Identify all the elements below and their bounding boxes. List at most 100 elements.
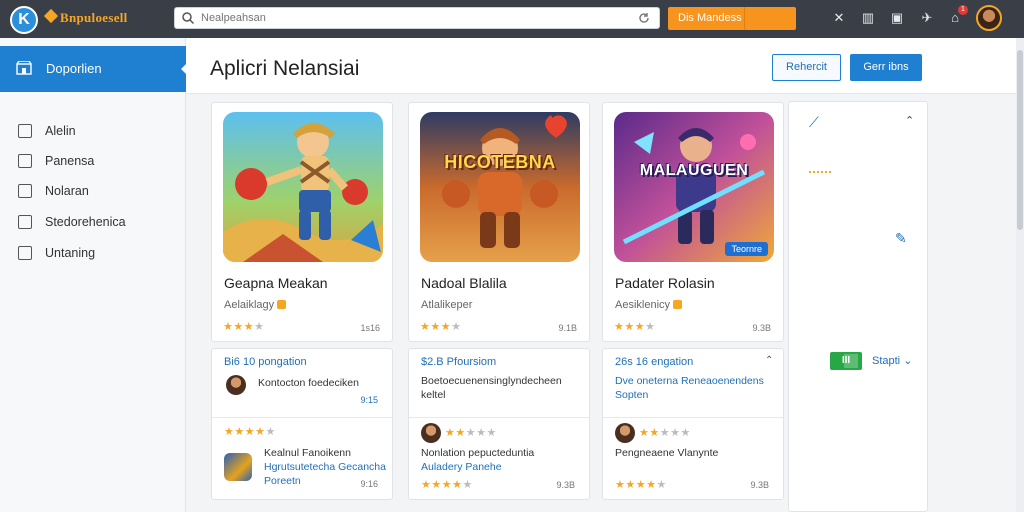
divider xyxy=(212,417,392,418)
calendar-icon[interactable]: ▣ xyxy=(889,10,905,26)
review-meta: 9:16 xyxy=(360,479,378,489)
sidebar-item-label: Doporlien xyxy=(46,61,102,76)
star-rating: ★★★★ xyxy=(420,321,462,333)
refresh-button[interactable]: Rehercit xyxy=(772,54,841,81)
app-logo[interactable]: K xyxy=(10,6,38,34)
game-title: Padater Rolasin xyxy=(615,275,715,291)
star-rating: ★★★★ xyxy=(223,321,265,333)
game-tag: Teornre xyxy=(725,242,768,256)
puzzle-icon xyxy=(18,215,32,229)
search-bar[interactable] xyxy=(174,7,660,29)
game-developer: Aesiklenicy xyxy=(615,299,683,311)
sidebar-item-label: Nolaran xyxy=(45,184,89,198)
review-header: $2.B Pfoursiom xyxy=(421,356,497,368)
page-title: Aplicri Nelansiai xyxy=(210,57,360,80)
review-text: keltel xyxy=(421,389,446,401)
game-developer: Atlalikeper xyxy=(421,299,472,311)
rocket-icon[interactable]: ✈ xyxy=(919,10,935,26)
sidebar-item-stedorehenica[interactable]: Stedorehenica xyxy=(0,211,186,235)
game-title: Geapna Meakan xyxy=(224,275,328,291)
star-rating: ★★★★★ xyxy=(224,426,276,438)
get-button[interactable]: Gerr ibns xyxy=(850,54,922,81)
top-bar: K Bnpuloesell Dis Mandess ✕ ▥ ▣ ✈ ⌂ 1 xyxy=(0,0,1024,38)
avatar xyxy=(421,423,441,443)
game-meta: 9.3B xyxy=(752,323,771,333)
app-icon xyxy=(224,453,252,481)
game-artwork xyxy=(223,112,383,262)
primary-action-button[interactable]: Dis Mandess xyxy=(668,7,796,30)
avatar xyxy=(615,423,635,443)
user-avatar[interactable] xyxy=(976,5,1002,31)
chart-icon[interactable]: ▥ xyxy=(860,10,876,26)
game-art-graphic xyxy=(420,112,580,262)
divider-dots xyxy=(809,171,831,173)
review-text: Auladery Panehe xyxy=(421,461,502,473)
review-text: Dve oneterna Reneaoenendens xyxy=(615,375,764,387)
stats-label: Stapti xyxy=(872,355,901,367)
review-text: Boetoecuenensinglyndecheen xyxy=(421,375,562,387)
pin-icon[interactable]: ✎ xyxy=(895,230,907,247)
close-icon[interactable]: ✕ xyxy=(831,10,847,26)
game-card[interactable]: Geapna Meakan Aelaiklagy ★★★★ 1s16 xyxy=(211,102,393,342)
review-header: Bi6 10 pongation xyxy=(224,356,307,368)
notification-badge: 1 xyxy=(958,5,968,15)
sidebar-item-label: Stedorehenica xyxy=(45,215,126,229)
star-rating: ★★★★★ xyxy=(421,479,473,491)
brand-name[interactable]: Bnpuloesell xyxy=(43,8,128,26)
review-text: Kealnul Fanoikenn xyxy=(264,447,351,459)
review-card[interactable]: Bi6 10 pongation Kontocton foedeciken 9:… xyxy=(211,348,393,500)
search-input[interactable] xyxy=(201,10,621,26)
sidebar-item-active[interactable]: Doporlien xyxy=(0,46,187,92)
game-card[interactable]: HICOTEBNA Nadoal Blalila Atlalikeper ★★★… xyxy=(408,102,590,342)
divider xyxy=(409,417,589,418)
sidebar-item-panensa[interactable]: Panensa xyxy=(0,150,186,174)
game-artwork: HICOTEBNA xyxy=(420,112,580,262)
review-text: Pengneaene Vlanynte xyxy=(615,447,719,459)
developer-name: Aesiklenicy xyxy=(615,299,671,311)
review-text: Kontocton foedeciken xyxy=(258,377,359,389)
game-meta: 1s16 xyxy=(360,323,380,333)
review-card[interactable]: $2.B Pfoursiom Boetoecuenensinglyndechee… xyxy=(408,348,590,500)
game-title: Nadoal Blalila xyxy=(421,275,507,291)
game-artwork: MALAUGUEN Teornre xyxy=(614,112,774,262)
star-rating: ★★★★ xyxy=(614,321,656,333)
search-icon xyxy=(182,12,195,25)
file-icon xyxy=(18,184,32,198)
brand-label: Bnpuloesell xyxy=(60,10,128,25)
sidebar-item-nolaran[interactable]: Nolaran xyxy=(0,180,186,204)
chevron-down-icon: ⌄ xyxy=(903,355,913,367)
chevron-up-icon[interactable]: ⌃ xyxy=(905,114,914,127)
primary-action-label: Dis Mandess xyxy=(678,12,742,24)
game-art-graphic xyxy=(614,112,774,262)
review-meta: 9.3B xyxy=(750,480,769,490)
game-art-graphic xyxy=(223,112,383,262)
pencil-icon xyxy=(18,124,32,138)
review-text: Sopten xyxy=(615,389,649,401)
refresh-icon[interactable] xyxy=(637,11,651,25)
store-icon xyxy=(16,61,32,75)
game-card[interactable]: MALAUGUEN Teornre Padater Rolasin Aesikl… xyxy=(602,102,784,342)
game-art-title: MALAUGUEN xyxy=(639,162,749,179)
scrollbar-thumb[interactable] xyxy=(1017,50,1023,230)
star-rating: ★★★★★ xyxy=(615,479,667,491)
document-icon xyxy=(18,154,32,168)
stats-dropdown[interactable]: Stapti ⌄ xyxy=(872,354,912,367)
sidebar: Doporlien Alelin Panensa Nolaran Stedore… xyxy=(0,38,187,512)
game-art-title: HICOTEBNA xyxy=(444,152,556,172)
review-card[interactable]: 26s 16 engation ⌃ Dve oneterna Reneaoenen… xyxy=(602,348,784,500)
game-meta: 9.1B xyxy=(558,323,577,333)
status-badge: III xyxy=(830,352,862,370)
star-rating: ★★★★★ xyxy=(639,427,691,439)
review-header-text: 26s 16 engation xyxy=(615,356,694,368)
link-icon[interactable]: ⟋ xyxy=(809,114,819,131)
game-developer: Aelaiklagy xyxy=(224,299,287,311)
sidebar-item-untaning[interactable]: Untaning xyxy=(0,242,186,266)
sidebar-item-alelin[interactable]: Alelin xyxy=(0,120,186,144)
chevron-up-icon[interactable]: ⌃ xyxy=(765,355,773,366)
sidebar-item-label: Untaning xyxy=(45,246,96,260)
review-text: Nonlation pepucteduntia xyxy=(421,447,535,459)
verified-badge-icon xyxy=(277,300,287,309)
developer-name: Aelaiklagy xyxy=(224,299,275,311)
divider xyxy=(603,417,783,418)
star-rating: ★★★★★ xyxy=(445,427,497,439)
